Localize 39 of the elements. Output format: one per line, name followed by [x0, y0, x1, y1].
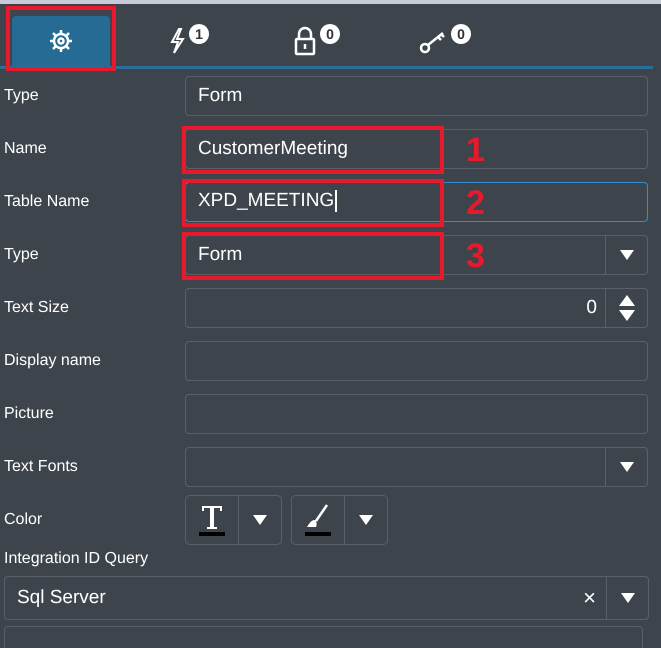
tab[interactable]: 0: [396, 16, 494, 66]
field-label: Type: [3, 246, 40, 264]
caret-icon: [358, 514, 374, 526]
brush-icon: [303, 502, 333, 536]
spinner-icon: [618, 294, 636, 322]
number-field[interactable]: 0: [185, 288, 648, 328]
text-color-picker[interactable]: [185, 494, 282, 544]
field-label: Table Name: [3, 192, 90, 210]
field-label: Text Fonts: [3, 458, 79, 476]
caret-icon: [620, 592, 636, 604]
dropdown[interactable]: [185, 446, 648, 486]
caret-icon: [618, 460, 634, 472]
lightning-icon: [169, 28, 185, 54]
text-field[interactable]: [185, 340, 648, 380]
gear-icon: [47, 27, 75, 55]
tab[interactable]: [12, 16, 110, 66]
tab[interactable]: 1: [140, 16, 238, 66]
tab[interactable]: 0: [268, 16, 366, 66]
caret-icon: [618, 248, 634, 260]
text-field[interactable]: [185, 394, 648, 434]
count-badge: 0: [451, 24, 471, 44]
field-label: Type: [3, 86, 40, 104]
count-badge: 0: [320, 24, 340, 44]
field-label: Display name: [3, 352, 102, 370]
callout-number: 2: [466, 182, 485, 222]
callout-number: 3: [466, 236, 485, 276]
field-label: Color: [3, 510, 44, 528]
count-badge: 1: [189, 24, 209, 44]
field-label: Name: [3, 140, 48, 158]
fill-color-picker[interactable]: [291, 494, 388, 544]
field-label: Integration ID Query: [3, 549, 150, 569]
caret-icon: [252, 514, 268, 526]
callout-number: 1: [466, 130, 485, 170]
text-field[interactable]: Form: [185, 76, 648, 116]
field-label: Text Size: [3, 298, 70, 316]
clear-button[interactable]: ×: [583, 585, 606, 611]
lock-icon: [294, 26, 316, 56]
dropdown[interactable]: Sql Server ×: [4, 576, 649, 620]
field-label: Picture: [3, 404, 55, 422]
